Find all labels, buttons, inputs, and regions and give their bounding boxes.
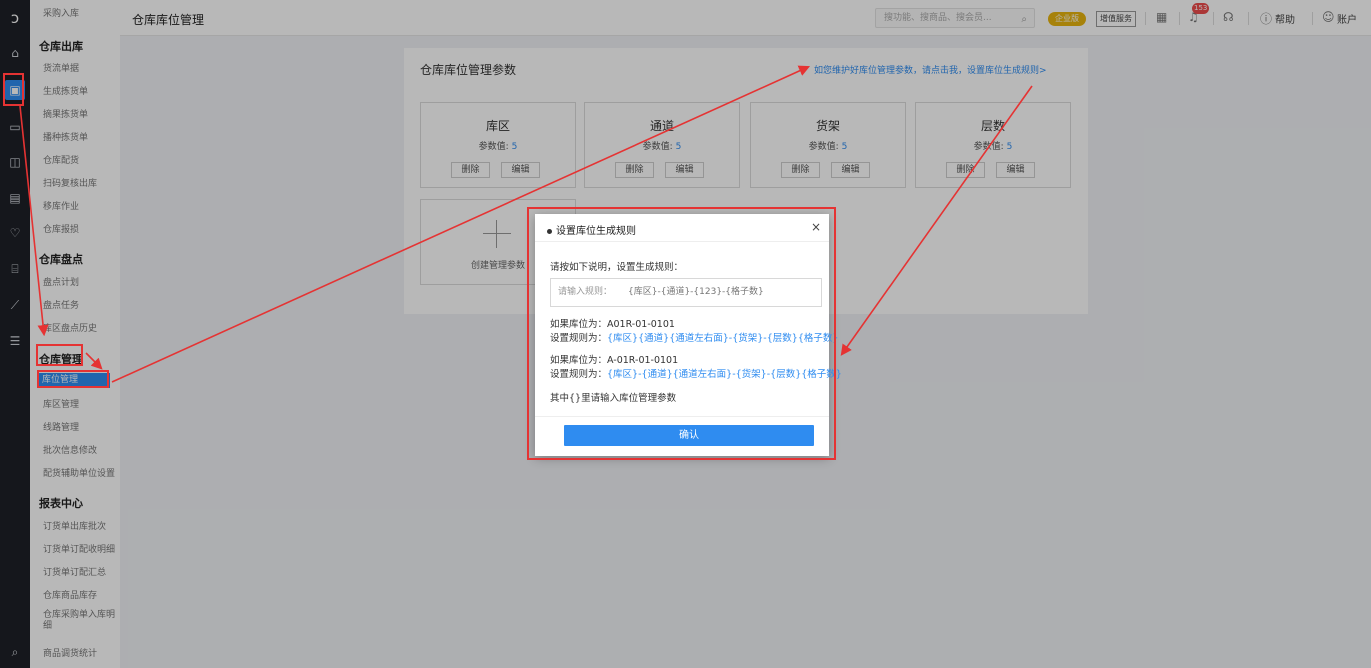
annotation-box <box>3 73 24 106</box>
annotation-box <box>36 344 83 366</box>
annotation-box <box>527 207 836 460</box>
annotation-box <box>37 370 109 388</box>
